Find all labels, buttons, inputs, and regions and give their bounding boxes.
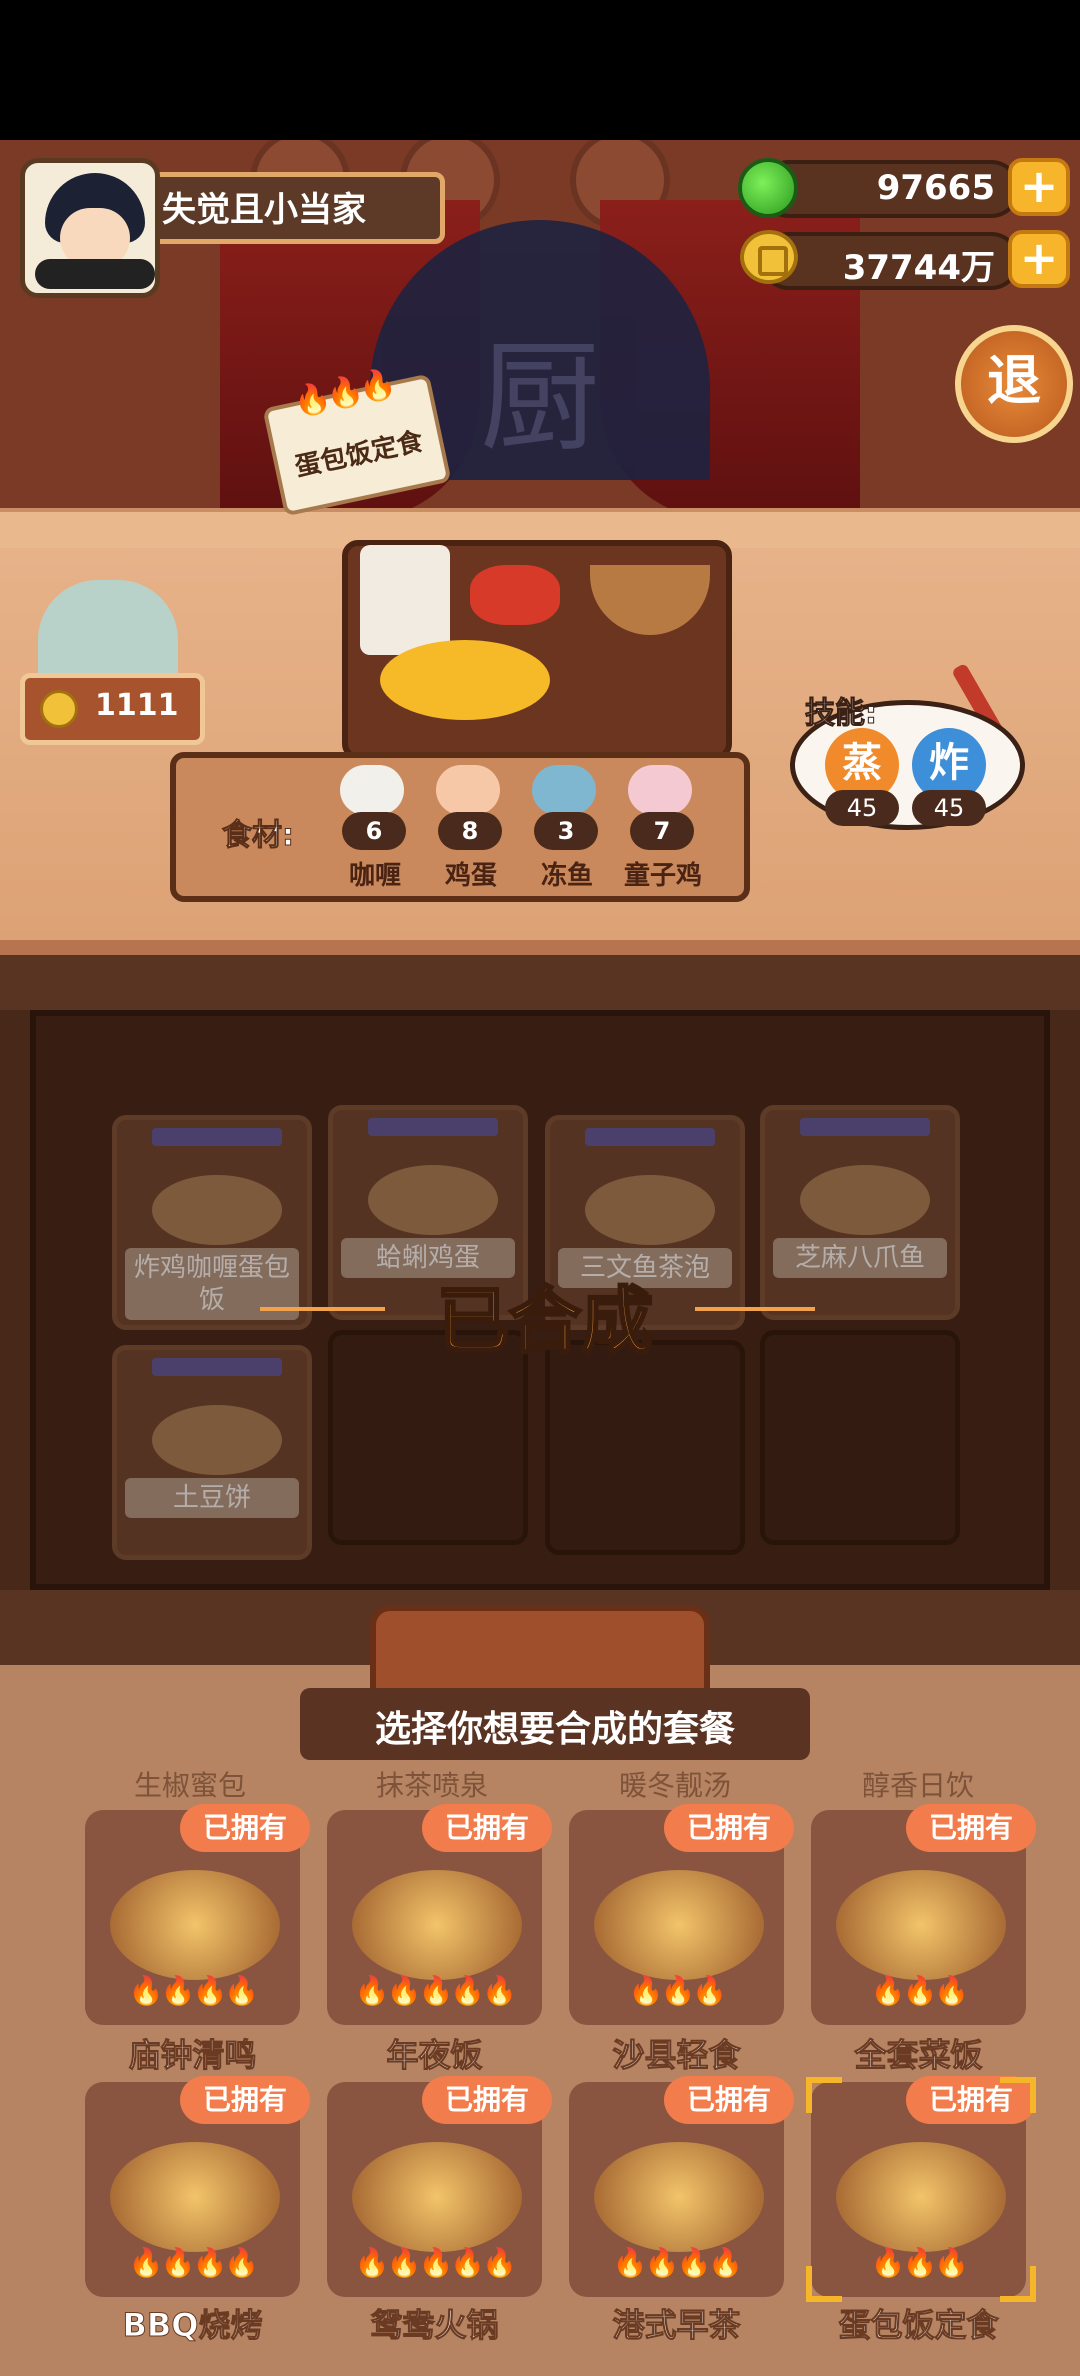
set-card[interactable]: 🔥🔥🔥🔥 已拥有 xyxy=(85,1804,310,2025)
set-dish xyxy=(836,2142,1006,2252)
set-name: 鸳鸯火锅 xyxy=(370,2306,499,2345)
ingredient-name: 鸡蛋 xyxy=(444,861,497,891)
set-card[interactable]: 🔥🔥🔥 已拥有 xyxy=(569,1804,794,2025)
add-gems-button[interactable]: + xyxy=(1008,158,1070,216)
set-card[interactable]: 🔥🔥🔥🔥🔥 已拥有 xyxy=(327,2076,552,2297)
flame-icon: 🔥🔥🔥🔥🔥 xyxy=(354,1974,517,2007)
exit-button[interactable]: 退 xyxy=(955,325,1073,443)
status-bar xyxy=(0,0,1080,140)
set-dish xyxy=(594,1870,764,1980)
selection-corner xyxy=(806,2266,842,2302)
divider-line xyxy=(260,1307,385,1311)
set-name: 全套菜饭 xyxy=(854,2036,983,2075)
ingredient-name: 童子鸡 xyxy=(623,861,702,891)
set-dish xyxy=(110,2142,280,2252)
owned-badge: 已拥有 xyxy=(422,2076,552,2124)
chicken-icon xyxy=(628,765,692,815)
flame-icon: 🔥🔥🔥🔥🔥 xyxy=(354,2246,517,2279)
ingredient-count: 3 xyxy=(534,812,598,850)
ingredient-name: 咖喱 xyxy=(348,861,401,891)
owned-badge: 已拥有 xyxy=(906,1804,1036,1852)
egg-icon xyxy=(436,765,500,815)
ingredient-count: 8 xyxy=(438,812,502,850)
set-dish xyxy=(352,1870,522,1980)
recipe-sign-name: 蛋包饭定食 xyxy=(292,426,426,483)
flame-icon: 🔥🔥🔥 xyxy=(870,1974,970,2007)
flame-icon: 🔥🔥🔥 xyxy=(628,1974,728,2007)
set-card[interactable]: 🔥🔥🔥🔥🔥 已拥有 xyxy=(327,1804,552,2025)
coin-icon xyxy=(740,230,798,284)
panel-handle[interactable] xyxy=(370,1605,710,1695)
set-name: BBQ烧烤 xyxy=(122,2306,263,2345)
set-dish xyxy=(594,2142,764,2252)
set-card[interactable]: 🔥🔥🔥🔥 已拥有 xyxy=(85,2076,310,2297)
flame-icon: 🔥🔥🔥🔥 xyxy=(612,2246,743,2279)
ingredient-count: 6 xyxy=(342,812,406,850)
owned-badge: 已拥有 xyxy=(422,1804,552,1852)
selection-corner xyxy=(1000,2077,1036,2113)
panda-icon xyxy=(35,259,155,289)
set-name: 年夜饭 xyxy=(386,2036,483,2075)
set-dish xyxy=(352,2142,522,2252)
ingredient-name: 冻鱼 xyxy=(540,861,593,891)
set-name-faded: 生椒蜜包 xyxy=(133,1769,246,1802)
dish-octopus xyxy=(470,565,560,625)
owned-badge: 已拥有 xyxy=(664,2076,794,2124)
divider-line xyxy=(695,1307,815,1311)
set-name-faded: 抹茶喷泉 xyxy=(375,1769,488,1802)
owned-badge: 已拥有 xyxy=(180,2076,310,2124)
dish-cup xyxy=(360,545,450,655)
flame-icon: 🔥🔥🔥🔥 xyxy=(128,2246,259,2279)
dish-omelet xyxy=(380,640,550,720)
flame-icon: 🔥🔥🔥🔥 xyxy=(128,1974,259,2007)
ingredient-count: 7 xyxy=(630,812,694,850)
gem-icon xyxy=(738,158,798,218)
price-value: 1111 xyxy=(95,688,179,723)
set-card[interactable]: 🔥🔥🔥 已拥有 xyxy=(811,1804,1036,2025)
set-name-faded: 暖冬靓汤 xyxy=(618,1769,731,1802)
set-dish xyxy=(836,1870,1006,1980)
coin-value: 37744万 xyxy=(842,248,995,288)
avatar[interactable] xyxy=(20,158,160,298)
fish-icon xyxy=(532,765,596,815)
panel-title: 选择你想要合成的套餐 xyxy=(374,1709,735,1750)
player-name: 失觉且小当家 xyxy=(162,190,366,230)
selection-corner xyxy=(1000,2266,1036,2302)
synthesized-label: 已合成 xyxy=(435,1278,654,1365)
curry-icon xyxy=(340,765,404,815)
set-dish xyxy=(110,1870,280,1980)
set-name: 蛋包饭定食 xyxy=(838,2306,999,2345)
set-card[interactable]: 🔥🔥🔥🔥 已拥有 xyxy=(569,2076,794,2297)
skills-label: 技能: xyxy=(805,696,878,732)
set-card-selected[interactable]: 🔥🔥🔥 已拥有 xyxy=(811,2076,1036,2297)
flame-icon: 🔥🔥🔥 xyxy=(870,2246,970,2279)
selection-corner xyxy=(806,2077,842,2113)
owned-badge: 已拥有 xyxy=(180,1804,310,1852)
ingredients-label: 食材: xyxy=(222,818,295,854)
skill-level: 45 xyxy=(912,790,986,826)
set-name-faded: 醇香日饮 xyxy=(861,1769,974,1802)
skill-level: 45 xyxy=(825,790,899,826)
coin-icon xyxy=(40,690,78,728)
add-coins-button[interactable]: + xyxy=(1008,230,1070,288)
set-name: 沙县轻食 xyxy=(612,2036,741,2075)
owned-badge: 已拥有 xyxy=(664,1804,794,1852)
set-name: 庙钟清鸣 xyxy=(128,2036,257,2075)
set-name: 港式早茶 xyxy=(612,2306,741,2345)
gem-value: 97665 xyxy=(876,168,995,208)
